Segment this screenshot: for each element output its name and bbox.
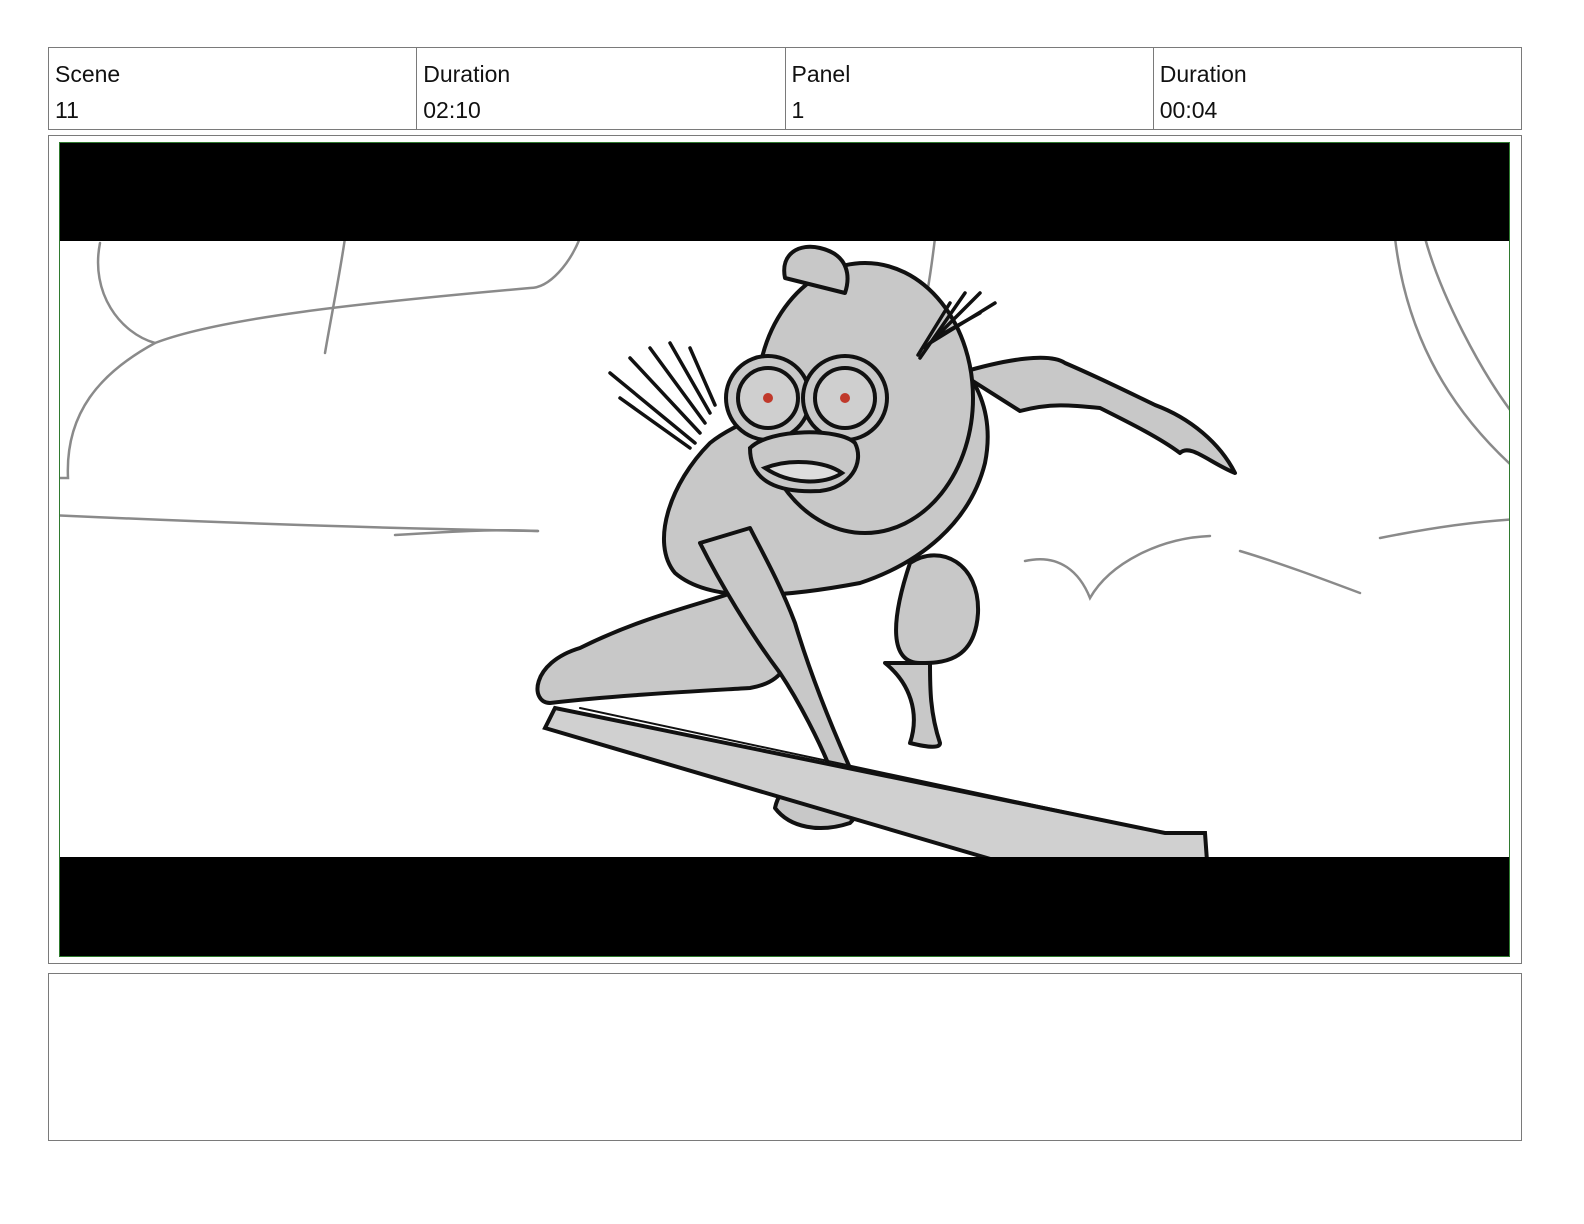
scene-cell: Scene 11 bbox=[49, 48, 418, 129]
panel-header: Scene 11 Duration 02:10 Panel 1 Duration… bbox=[48, 47, 1522, 130]
scene-label: Scene bbox=[55, 61, 121, 87]
panel-label: Panel bbox=[791, 61, 851, 87]
scene-value: 11 bbox=[55, 97, 79, 123]
letterbox-top bbox=[60, 143, 1509, 241]
storyboard-sketch bbox=[60, 143, 1509, 956]
panel-duration-value: 00:04 bbox=[1159, 97, 1218, 123]
panel-notes-box[interactable] bbox=[48, 973, 1522, 1141]
panel-cell: Panel 1 bbox=[786, 48, 1154, 129]
letterbox-bottom bbox=[60, 857, 1509, 956]
panel-duration-label: Duration bbox=[1159, 61, 1247, 87]
panel-duration-cell: Duration 00:04 bbox=[1154, 48, 1521, 129]
scene-duration-cell: Duration 02:10 bbox=[417, 48, 786, 129]
storyboard-image bbox=[59, 142, 1510, 957]
scene-duration-label: Duration bbox=[423, 61, 511, 87]
right-eye-pupil bbox=[840, 393, 850, 403]
scene-duration-value: 02:10 bbox=[423, 97, 481, 123]
panel-value: 1 bbox=[791, 97, 805, 123]
left-eye-pupil bbox=[763, 393, 773, 403]
